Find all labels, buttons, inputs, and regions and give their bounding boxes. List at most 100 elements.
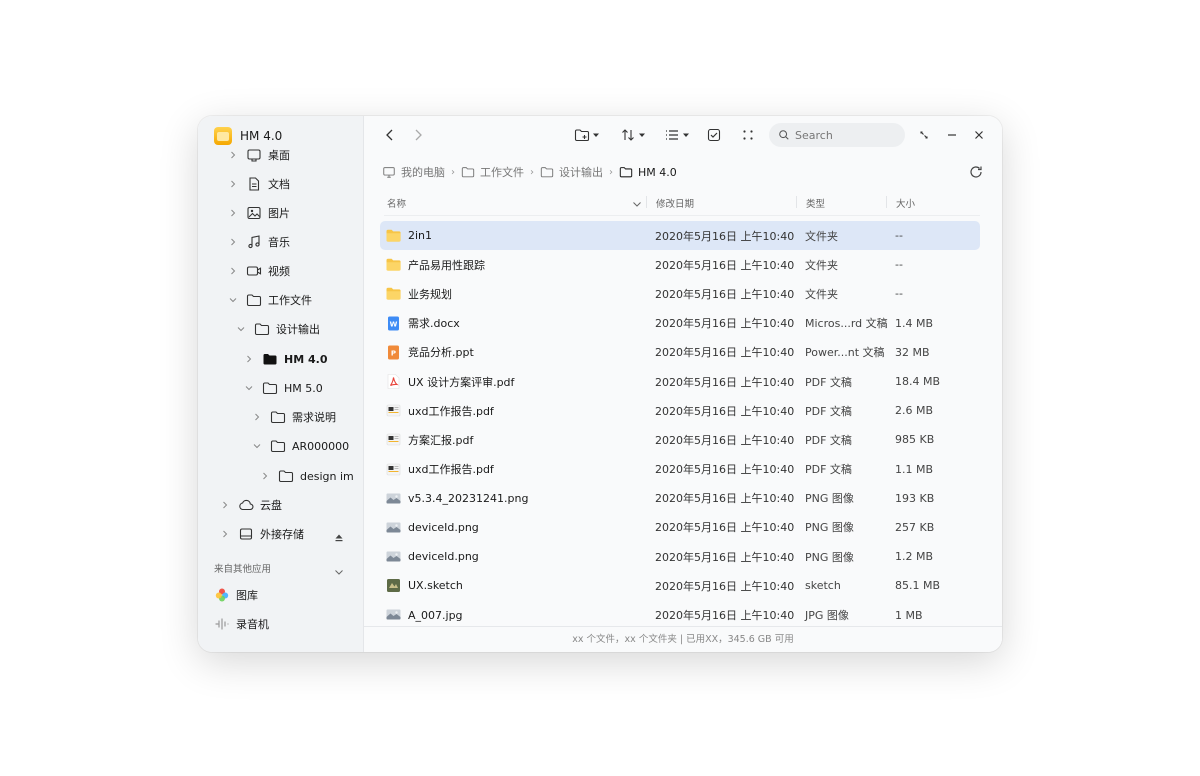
more-button[interactable] [739, 125, 757, 145]
file-row[interactable]: P 竞品分析.ppt 2020年5月16日 上午10:40 Power...nt 文稿… [380, 338, 980, 367]
chevron-right-icon[interactable] [228, 208, 238, 218]
sidebar-item-design-im[interactable]: design im [260, 465, 354, 487]
column-divider[interactable] [796, 196, 797, 208]
caret-down-icon [593, 133, 599, 137]
chevron-right-icon[interactable] [252, 412, 262, 422]
chevron-right-icon[interactable] [260, 471, 270, 481]
word-file-icon: W [385, 315, 402, 332]
minimize-button[interactable] [943, 125, 961, 145]
chevron-right-icon[interactable] [220, 500, 230, 510]
file-row[interactable]: UX.sketch 2020年5月16日 上午10:40 sketch 85.1 MB [380, 571, 980, 600]
chevron-right-icon [415, 129, 422, 141]
chevron-right-icon[interactable] [228, 237, 238, 247]
forward-button[interactable] [409, 125, 427, 145]
sidebar-item-music[interactable]: 音乐 [228, 231, 290, 253]
chevron-down-icon[interactable] [252, 441, 262, 451]
file-row[interactable]: deviceId.png 2020年5月16日 上午10:40 PNG 图像 257 … [380, 513, 980, 542]
search-input[interactable] [795, 128, 895, 142]
sidebar-item-ar000000[interactable]: AR000000 [252, 435, 349, 457]
file-row[interactable]: 方案汇报.pdf 2020年5月16日 上午10:40 PDF 文稿 985 KB [380, 425, 980, 454]
caret-down-icon [639, 133, 645, 137]
file-name: deviceId.png [408, 550, 479, 564]
breadcrumb-item-my-computer[interactable]: 我的电脑 [382, 164, 445, 180]
sort-button[interactable] [619, 125, 647, 145]
breadcrumb-item-design-output[interactable]: 设计输出 [540, 164, 603, 180]
close-button[interactable] [970, 125, 988, 145]
folder-icon [278, 468, 294, 484]
sidebar-app-gallery[interactable]: 图库 [214, 584, 258, 606]
sidebar-item-label: 需求说明 [292, 411, 336, 424]
select-button[interactable] [705, 125, 723, 145]
file-row[interactable]: uxd工作报告.pdf 2020年5月16日 上午10:40 PDF 文稿 2.6 M… [380, 396, 980, 425]
file-row[interactable]: 产品易用性跟踪 2020年5月16日 上午10:40 文件夹 -- [380, 250, 980, 279]
sidebar-item-documents[interactable]: 文档 [228, 173, 290, 195]
sidebar-app-recorder[interactable]: 录音机 [214, 613, 269, 635]
sidebar-item-requirements[interactable]: 需求说明 [252, 406, 336, 428]
breadcrumb-item-work-files[interactable]: 工作文件 [461, 164, 524, 180]
chevron-down-icon[interactable] [244, 383, 254, 393]
view-mode-button[interactable] [662, 125, 692, 145]
sidebar-item-label: 工作文件 [268, 294, 312, 307]
cloud-icon [238, 497, 254, 513]
sidebar-item-pictures[interactable]: 图片 [228, 202, 290, 224]
chevron-down-icon[interactable] [236, 324, 246, 334]
sidebar-item-hm-4-0[interactable]: HM 4.0 [244, 348, 327, 370]
search-box[interactable] [769, 123, 905, 147]
image-thumbnail-icon [385, 519, 402, 536]
sidebar-item-work-files[interactable]: 工作文件 [228, 289, 312, 311]
file-row[interactable]: 业务规划 2020年5月16日 上午10:40 文件夹 -- [380, 279, 980, 308]
file-row[interactable]: 2in1 2020年5月16日 上午10:40 文件夹 -- [380, 221, 980, 251]
chevron-down-icon[interactable] [334, 562, 344, 581]
file-name: uxd工作报告.pdf [408, 463, 494, 477]
sidebar-item-label: AR000000 [292, 439, 350, 453]
breadcrumb: 我的电脑 › 工作文件 › 设计输出 › HM 4.0 [382, 164, 677, 180]
column-divider[interactable] [886, 196, 887, 208]
sidebar-item-cloud[interactable]: 云盘 [220, 494, 282, 516]
file-type: PNG 图像 [805, 521, 854, 535]
column-divider[interactable] [646, 196, 647, 208]
chevron-right-icon[interactable] [220, 529, 230, 539]
file-date: 2020年5月16日 上午10:40 [655, 287, 795, 301]
sidebar-item-label: 录音机 [236, 618, 269, 631]
new-folder-button[interactable] [572, 125, 602, 145]
search-icon [779, 130, 789, 140]
file-type: 文件夹 [805, 287, 838, 301]
drive-icon [238, 526, 254, 542]
chevron-down-icon[interactable] [228, 295, 238, 305]
file-name: deviceId.png [408, 520, 479, 534]
folder-add-icon [574, 129, 590, 142]
file-row[interactable]: uxd工作报告.pdf 2020年5月16日 上午10:40 PDF 文稿 1.1 M… [380, 455, 980, 484]
restore-window-button[interactable] [915, 125, 933, 145]
sidebar-item-videos[interactable]: 视频 [228, 260, 290, 282]
sidebar: HM 4.0 桌面 文档 图片 音乐 视频 工作文件 设计输出 HM 4.0 H… [198, 116, 364, 652]
file-type: PNG 图像 [805, 492, 854, 506]
file-name: 竞品分析.ppt [408, 346, 474, 360]
breadcrumb-item-hm-4-0[interactable]: HM 4.0 [619, 165, 677, 179]
file-row[interactable]: UX 设计方案评审.pdf 2020年5月16日 上午10:40 PDF 文稿 18.… [380, 367, 980, 396]
chevron-right-icon[interactable] [228, 150, 238, 160]
sidebar-item-external-storage[interactable]: 外接存储 [220, 523, 304, 545]
image-thumbnail-icon [385, 548, 402, 565]
folder-icon [246, 292, 262, 308]
sidebar-item-design-output[interactable]: 设计输出 [236, 318, 320, 340]
sidebar-item-hm-5-0[interactable]: HM 5.0 [244, 377, 323, 399]
file-type: 文件夹 [805, 229, 838, 243]
column-name[interactable]: 名称 [387, 196, 406, 210]
chevron-right-icon[interactable] [228, 179, 238, 189]
eject-icon[interactable] [334, 528, 344, 542]
column-type[interactable]: 类型 [806, 196, 825, 210]
file-row[interactable]: W 需求.docx 2020年5月16日 上午10:40 Micros...rd 文稿… [380, 309, 980, 338]
back-button[interactable] [381, 125, 399, 145]
refresh-button[interactable] [968, 164, 984, 180]
sidebar-item-desktop[interactable]: 桌面 [228, 144, 290, 166]
file-row[interactable]: deviceId.png 2020年5月16日 上午10:40 PNG 图像 1.2 … [380, 542, 980, 571]
chevron-right-icon[interactable] [244, 354, 254, 364]
app-header: HM 4.0 [214, 127, 282, 145]
chevron-down-icon[interactable] [632, 199, 642, 209]
column-date[interactable]: 修改日期 [656, 196, 694, 210]
column-size[interactable]: 大小 [896, 196, 915, 210]
document-icon [246, 176, 262, 192]
folder-filled-icon [619, 167, 633, 178]
chevron-right-icon[interactable] [228, 266, 238, 276]
file-row[interactable]: v5.3.4_20231241.png 2020年5月16日 上午10:40 PNG… [380, 484, 980, 513]
